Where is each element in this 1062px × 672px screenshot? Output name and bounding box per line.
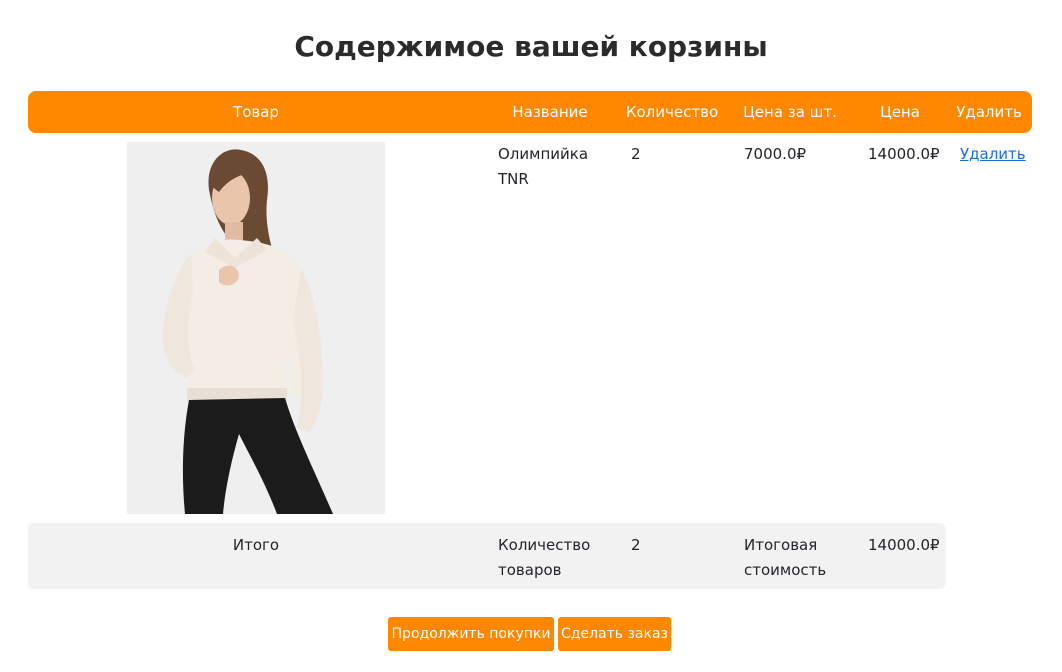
total-cost-label-line: стоимость [744,561,827,579]
header-product: Товар [233,103,279,121]
place-order-button[interactable]: Сделать заказ [558,617,671,651]
header-quantity: Количество [625,103,719,121]
total-cost-label-line: Итоговая [744,536,818,554]
total-label: Итого [232,536,280,554]
total-cost-label: Итоговая стоимость [744,533,826,583]
continue-shopping-button[interactable]: Продолжить покупки [388,617,554,651]
total-count-label: Количество товаров [498,533,590,583]
header-unit-price: Цена за шт. [743,103,837,121]
product-name-line: Олимпийка [498,145,589,163]
header-delete: Удалить [956,103,1022,121]
page-title: Содержимое вашей корзины [294,30,768,63]
cart-table-header: Товар Название Количество Цена за шт. Це… [28,91,1032,133]
total-cost: 14000.0₽ [868,536,940,554]
delete-link[interactable]: Удалить [960,142,1026,167]
header-price: Цена [880,103,920,121]
product-image [127,142,385,514]
product-unit-price: 7000.0₽ [744,145,807,163]
total-count-label-line: Количество [498,536,591,554]
product-name: Олимпийка TNR [498,142,588,192]
product-name-line: TNR [498,170,529,188]
product-price: 14000.0₽ [868,145,940,163]
header-name: Название [512,103,588,121]
product-quantity: 2 [631,145,641,163]
total-count: 2 [631,536,641,554]
total-count-label-line: товаров [498,561,562,579]
